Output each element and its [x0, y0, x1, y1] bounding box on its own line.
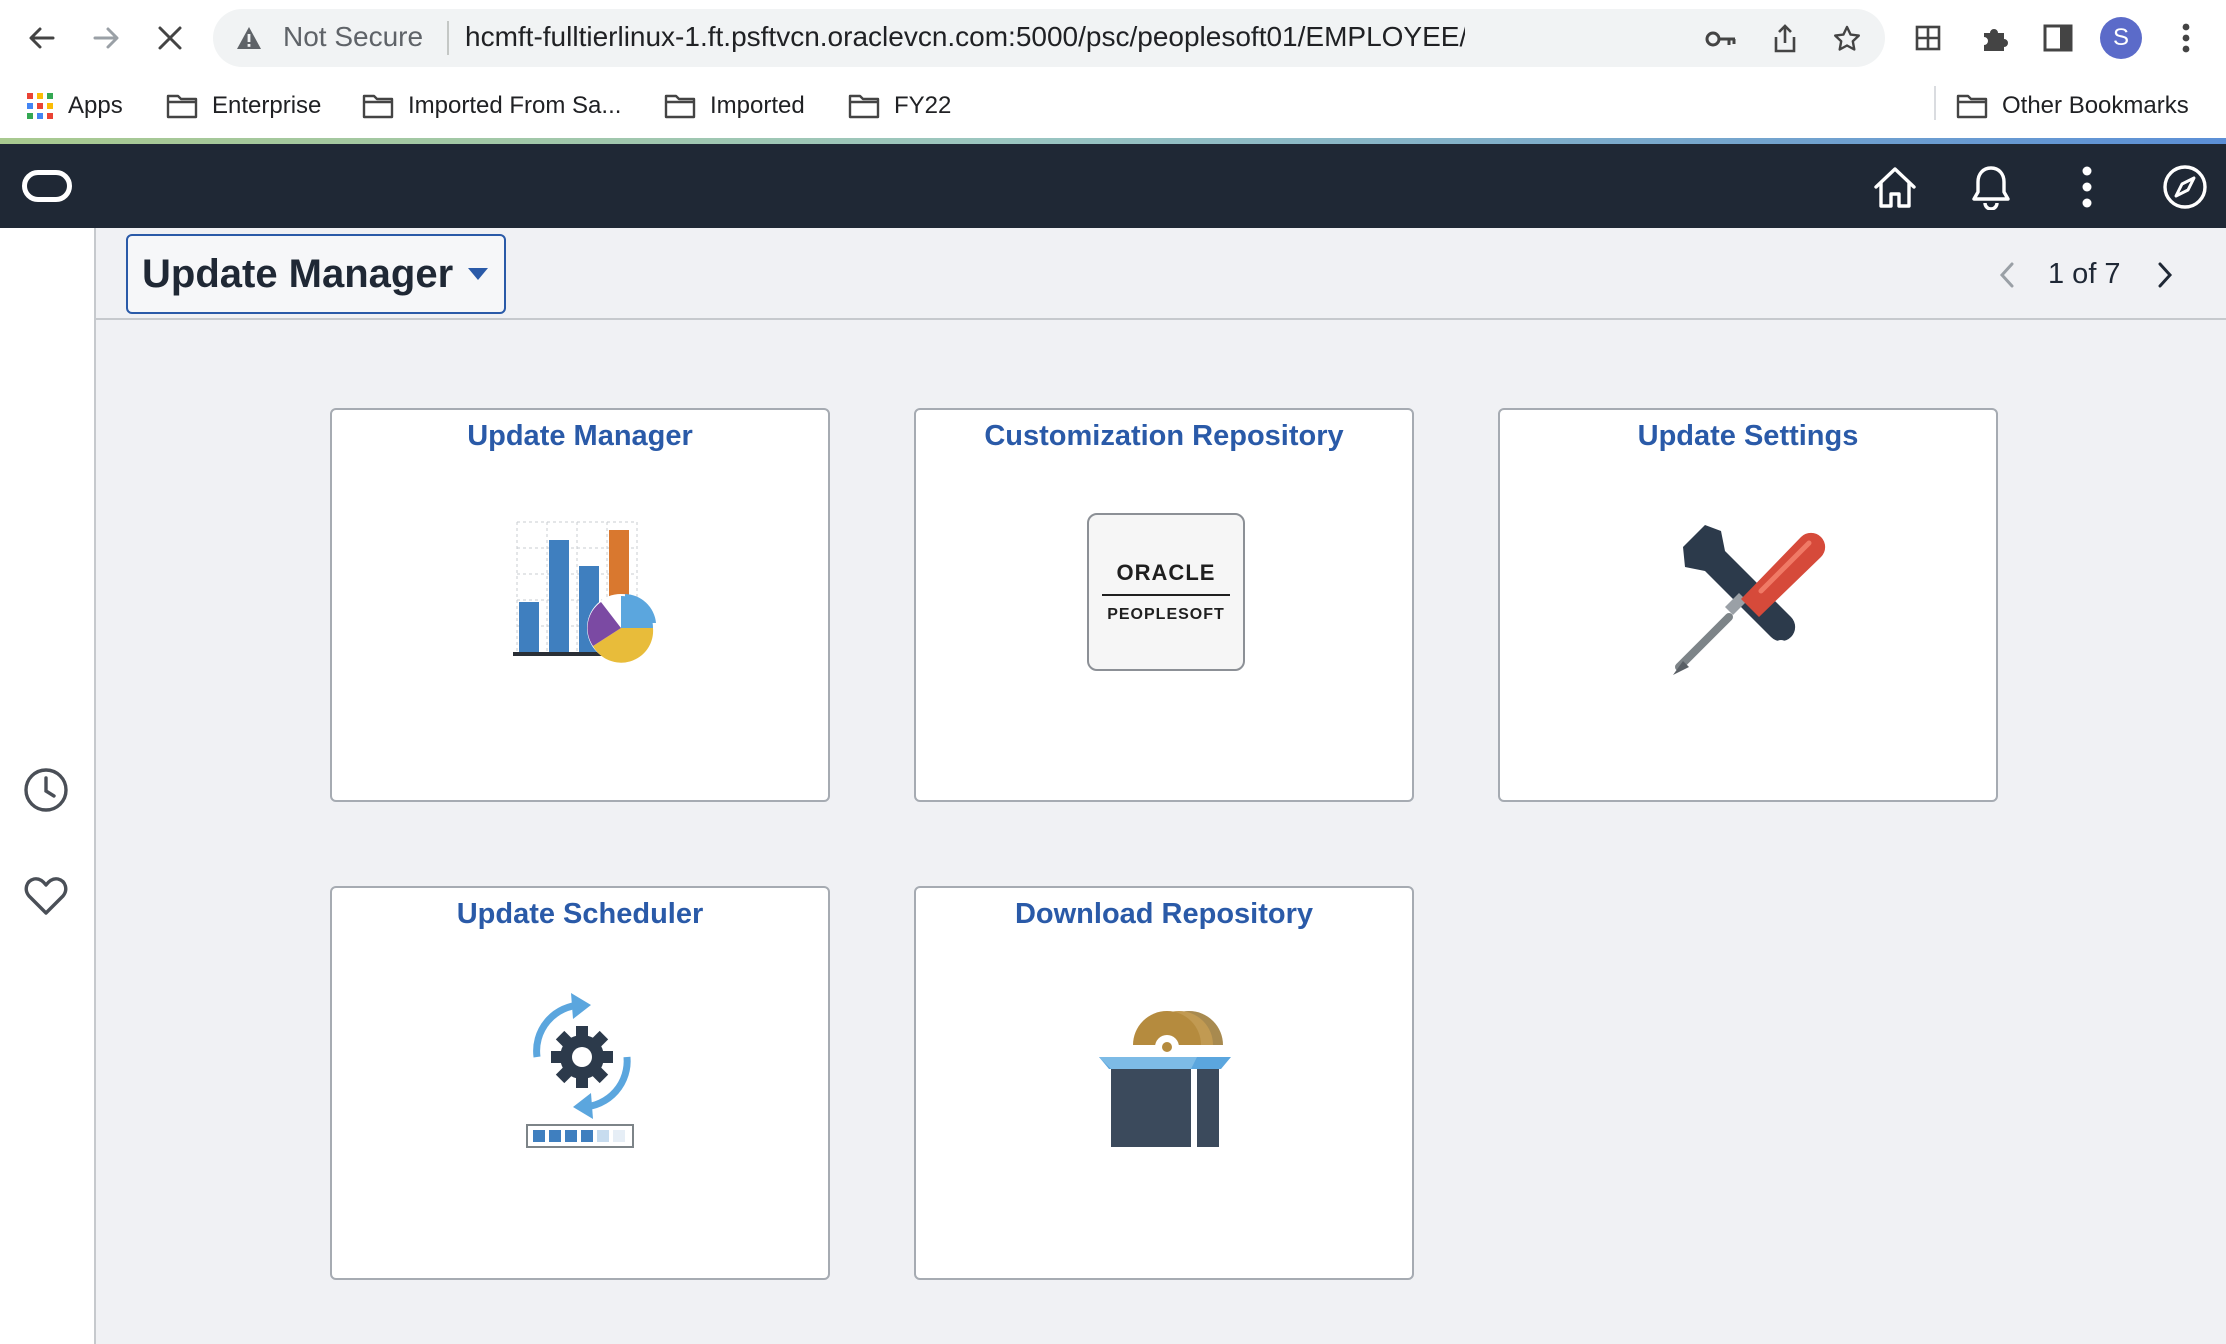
tile-title: Download Repository [1014, 898, 1314, 930]
security-label[interactable]: Not Secure [283, 21, 423, 53]
previous-page-icon[interactable] [1992, 260, 2022, 290]
tile-update-settings[interactable]: Update Settings [1498, 408, 1998, 802]
tab-search-icon[interactable] [1904, 14, 1952, 62]
star-icon[interactable] [1827, 19, 1867, 59]
back-button[interactable] [16, 12, 68, 64]
left-side-rail [0, 228, 96, 1344]
bookmark-folder-fy22[interactable]: FY22 [848, 88, 951, 124]
bookmark-label: FY22 [894, 92, 952, 119]
bookmark-folder-imported-from-safari[interactable]: Imported From Sa... [362, 88, 621, 124]
close-icon [158, 26, 182, 50]
apps-grid-icon [27, 93, 53, 119]
recent-history-clock-icon[interactable] [22, 766, 70, 814]
folder-icon [848, 94, 880, 119]
homepage-content: Update Manager 1 of 7 Update Manager Cus… [96, 228, 2226, 1344]
oracle-logo-icon[interactable] [22, 170, 72, 202]
peoplesoft-logo-text: PEOPLESOFT [1107, 606, 1225, 623]
side-panel-icon[interactable] [2034, 14, 2082, 62]
forward-button[interactable] [80, 12, 132, 64]
folder-icon [664, 94, 696, 119]
warning-icon[interactable] [235, 25, 263, 56]
tile-download-repository[interactable]: Download Repository [914, 886, 1414, 1280]
tile-title: Update Settings [1637, 420, 1859, 452]
forward-arrow-icon [93, 27, 119, 49]
oracle-peoplesoft-logo: ORACLE PEOPLESOFT [1066, 502, 1266, 682]
disc-box-icon [1066, 980, 1266, 1160]
tile-update-manager[interactable]: Update Manager [330, 408, 830, 802]
notifications-bell-icon[interactable] [1966, 162, 2016, 212]
peoplesoft-banner [0, 144, 2226, 228]
bookmark-folder-imported[interactable]: Imported [664, 88, 805, 124]
tile-title: Customization Repository [984, 420, 1344, 452]
gear-refresh-icon [482, 980, 682, 1160]
tile-title: Update Manager [467, 420, 693, 452]
kebab-menu-icon[interactable] [2162, 14, 2210, 62]
page-title: Update Manager [142, 251, 454, 296]
navbar-compass-icon[interactable] [2160, 162, 2210, 212]
bar-pie-chart-icon [482, 502, 682, 682]
folder-icon [166, 94, 198, 119]
tile-update-scheduler[interactable]: Update Scheduler [330, 886, 830, 1280]
home-icon[interactable] [1870, 162, 1920, 212]
bookmark-label: Enterprise [212, 92, 322, 119]
address-bar[interactable]: Not Secure hcmft-fulltierlinux-1.ft.psft… [213, 9, 1885, 67]
bookmarks-bar: Apps Enterprise Imported From Sa... Impo… [0, 76, 2226, 136]
bookmark-folder-other[interactable]: Other Bookmarks [1956, 88, 2189, 124]
extensions-icon[interactable] [1970, 14, 2018, 62]
bookmark-apps[interactable]: Apps [26, 88, 123, 124]
key-icon[interactable] [1701, 19, 1741, 59]
bookmark-label: Imported From Sa... [408, 92, 622, 119]
folder-icon [362, 94, 394, 119]
homepage-selector-dropdown[interactable]: Update Manager [126, 234, 506, 314]
chevron-down-icon [468, 268, 488, 280]
folder-icon [1956, 94, 1988, 119]
omnibox-divider [447, 21, 449, 55]
bookmark-label: Other Bookmarks [2002, 92, 2189, 119]
bookmark-label: Apps [68, 92, 123, 119]
url-text[interactable]: hcmft-fulltierlinux-1.ft.psftvcn.oraclev… [465, 21, 1465, 53]
share-icon[interactable] [1765, 19, 1805, 59]
actions-menu-icon[interactable] [2062, 162, 2112, 212]
bookmark-label: Imported [710, 92, 805, 119]
wrench-screwdriver-icon [1650, 502, 1850, 682]
back-arrow-icon [29, 27, 55, 49]
page-counter: 1 of 7 [2048, 258, 2121, 290]
tile-customization-repository[interactable]: Customization Repository ORACLE PEOPLESO… [914, 408, 1414, 802]
bookmarks-divider [1934, 86, 1936, 120]
oracle-peoplesoft-logo-box: ORACLE PEOPLESOFT [1087, 513, 1245, 671]
profile-avatar[interactable]: S [2100, 17, 2142, 59]
bookmark-folder-enterprise[interactable]: Enterprise [166, 88, 321, 124]
next-page-icon[interactable] [2150, 260, 2180, 290]
stop-loading-button[interactable] [144, 12, 196, 64]
tile-title: Update Scheduler [456, 898, 704, 930]
page-title-bar: Update Manager 1 of 7 [96, 228, 2226, 320]
favorites-heart-icon[interactable] [22, 872, 70, 920]
oracle-logo-text: ORACLE [1102, 560, 1230, 596]
browser-toolbar: Not Secure hcmft-fulltierlinux-1.ft.psft… [0, 0, 2226, 76]
